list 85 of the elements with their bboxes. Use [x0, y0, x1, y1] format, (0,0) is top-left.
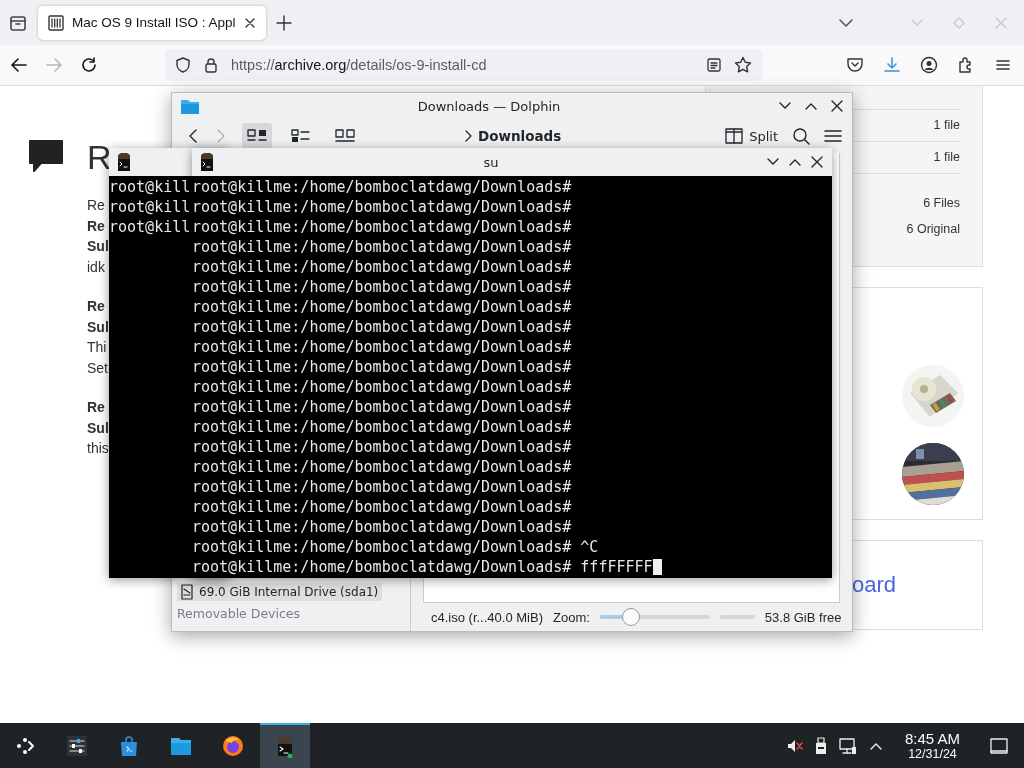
terminal-line: root@killme:/home/bomboclatdawg/Downloads# [192, 177, 572, 197]
review-text: Sul [87, 237, 110, 256]
terminal-line: root@killme:/home/bomboclatdawg/Downloads# [192, 417, 572, 437]
reader-view-icon[interactable] [706, 57, 722, 73]
terminal-line: root@killme:/home/bomboclatdawg/Downloads# [192, 317, 572, 337]
lock-icon [203, 57, 219, 73]
reload-icon[interactable] [80, 56, 98, 74]
terminal-line: root@killme:/home/bomboclatdawg/Downloads# [192, 517, 572, 537]
terminal-line: root@killme:/home/bomboclatdawg/Downloads# [192, 337, 572, 357]
browser-tab[interactable]: Mac OS 9 Install ISO : Appl [38, 5, 266, 40]
star-icon[interactable] [734, 56, 752, 74]
terminal-line: root@killme:/home/bomboclatdawg/Downloads# [192, 257, 572, 277]
terminal-line: root@killme:/home/bomboclatdawg/Downloads# [192, 457, 572, 477]
account-icon[interactable] [920, 56, 938, 74]
terminal-line: root@killme:/home/bomboclatdawg/Downloads# [192, 197, 572, 217]
terminal-line: root@killme:/home/bomboclatdawg/Downloads# ^C [192, 537, 599, 557]
drive-icon [181, 584, 193, 600]
terminal-line: root@killme:/home/bomboclatdawg/Downloads# [192, 237, 572, 257]
review-text: idk [87, 257, 106, 277]
review-text: Re [87, 297, 106, 316]
text-cursor [652, 559, 662, 575]
breadcrumb-item[interactable]: Downloads [478, 128, 562, 144]
folder-icon [180, 97, 200, 115]
comment-icon [28, 139, 64, 173]
terminal-app-icon [198, 152, 216, 172]
terminal-line: root@killme:/home/bomboclatdawg/Downloads# [192, 437, 572, 457]
shield-icon [175, 57, 191, 73]
terminal-line: root@killme:/home/bomboclatdawg/Downloads# [192, 377, 572, 397]
sliders-icon [66, 734, 88, 757]
review-text: Thi [87, 338, 108, 357]
review-text: Set [87, 358, 109, 378]
icons-view-icon [247, 128, 267, 144]
file-total: 6 Files [923, 195, 960, 212]
dashboard-link[interactable]: oard [852, 572, 897, 598]
clock[interactable]: 8:45 AM 12/31/24 [904, 730, 960, 761]
reviews-heading: R [87, 139, 112, 175]
archive-icon [48, 14, 64, 31]
review-text: Re [87, 216, 106, 236]
terminal-line: root@killme:/home/bomboclatdawg/Downloads# [192, 297, 572, 317]
terminal-line: root@killme:/home/bomboclatdawg/Downloads# [192, 217, 572, 237]
terminal-line: root@killme:/home/bomboclatdawg/Downloads# [192, 497, 572, 517]
show-desktop-icon[interactable] [990, 736, 1008, 755]
back-icon[interactable] [10, 56, 28, 74]
taskbar-button[interactable] [260, 723, 310, 768]
address-bar[interactable]: https://archive.org/details/os-9-install-cd [165, 49, 762, 81]
split-view-icon [725, 128, 744, 144]
window-title: su [482, 154, 500, 170]
status-text: c4.iso (r...40.0 MiB) [431, 609, 543, 625]
terminal-line: root@kill [109, 197, 191, 217]
usb-drive-icon[interactable] [814, 736, 827, 755]
pocket-icon[interactable] [846, 56, 864, 74]
places-item[interactable]: 69.0 GiB Internal Drive (sda1) [177, 583, 382, 601]
close-icon[interactable] [810, 155, 824, 169]
details-view-icon [335, 128, 355, 144]
free-space-text: 53.8 GiB free [764, 609, 842, 625]
chevron-right-icon [464, 130, 472, 142]
compact-view-icon [291, 128, 311, 144]
review-text: this [87, 439, 110, 458]
terminal-app-icon [115, 152, 133, 172]
close-icon[interactable] [830, 99, 844, 113]
download-icon[interactable] [883, 56, 901, 74]
network-icon[interactable] [838, 736, 857, 755]
terminal-line: root@killme:/home/bomboclatdawg/Downloads# [192, 477, 572, 497]
search-icon[interactable] [792, 127, 810, 145]
terminal-line: root@killme:/home/bomboclatdawg/Downloads# [192, 397, 572, 417]
terminal-line: root@killme:/home/bomboclatdawg/Downloads# [192, 277, 572, 297]
icons-view-button[interactable] [242, 123, 272, 149]
zoom-slider[interactable] [599, 608, 710, 626]
new-tab-icon[interactable] [275, 14, 292, 31]
terminal-line: root@killme:/home/bomboclatdawg/Downloads# [192, 357, 572, 377]
window-title: Downloads — Dolphin [416, 98, 562, 114]
close-icon[interactable] [243, 16, 256, 29]
shopping-bag-icon [118, 734, 140, 757]
review-text: Re [87, 196, 106, 215]
terminal-input[interactable]: root@killme:/home/bomboclatdawg/Downloads# fffFFFFF [192, 557, 653, 577]
review-text: Sul [87, 317, 110, 337]
review-text: Re [87, 398, 106, 417]
file-total: 6 Original [906, 221, 960, 238]
terminal-line: root@kill [109, 217, 191, 237]
menu-icon[interactable] [824, 128, 842, 144]
places-section-heading: Removable Devices [177, 606, 302, 621]
zoom-label: Zoom: [553, 609, 590, 625]
browser-icon [222, 734, 244, 757]
terminal-line: root@kill [109, 177, 191, 197]
review-text: Sul [87, 418, 110, 438]
